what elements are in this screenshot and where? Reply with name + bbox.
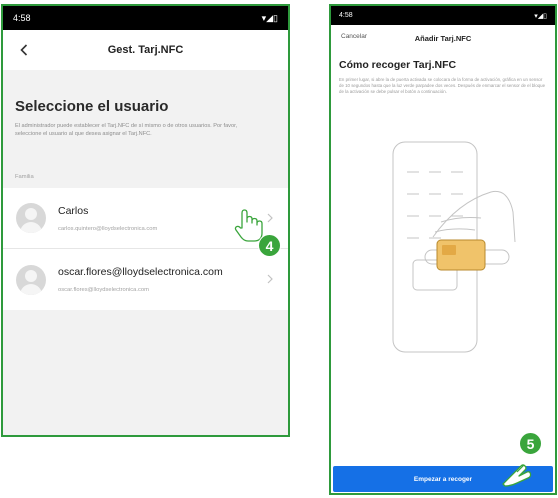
page-description: El administrador puede establecer el Tar… — [15, 123, 238, 137]
page-description: En primer lugar, si abre la de puerta ac… — [339, 77, 546, 94]
page-title: Cómo recoger Tarj.NFC — [339, 59, 457, 71]
back-button[interactable] — [13, 38, 35, 62]
avatar — [16, 203, 46, 233]
user-name: oscar.flores@lloydselectronica.com — [58, 266, 223, 278]
status-time: 4:58 — [13, 13, 31, 23]
nav-title: Añadir Tarj.NFC — [414, 33, 472, 43]
step-badge-5: 5 — [519, 432, 542, 455]
user-email: carlos.quintero@lloydselectronica.com — [58, 225, 158, 232]
phone-screen-add-nfc: 4:58 ▾◢▯ Cancelar Añadir Tarj.NFC Cómo r… — [329, 4, 557, 495]
user-email: oscar.flores@lloydselectronica.com — [58, 287, 149, 293]
step-badge-4: 4 — [258, 234, 281, 257]
user-text: Carlos carlos.quintero@lloydselectronica… — [58, 205, 157, 232]
status-time: 4:58 — [339, 12, 353, 19]
user-row-oscar[interactable]: oscar.flores@lloydselectronica.com oscar… — [3, 249, 288, 310]
nav-bar: Cancelar Añadir Tarj.NFC — [331, 25, 555, 51]
chevron-left-icon — [20, 44, 28, 56]
nfc-lock-illustration — [392, 141, 516, 353]
chevron-right-icon — [267, 213, 273, 223]
nav-bar: Gest. Tarj.NFC — [3, 30, 288, 70]
section-label-family: Familia — [15, 174, 34, 180]
status-icons: ▾◢▯ — [261, 12, 278, 23]
user-text: oscar.flores@lloydselectronica.com oscar… — [58, 266, 223, 293]
page-title: Seleccione el usuario — [15, 98, 169, 115]
user-name: Carlos — [58, 204, 89, 217]
cancel-button[interactable]: Cancelar — [341, 33, 367, 40]
user-list: Carlos carlos.quintero@lloydselectronica… — [3, 188, 288, 310]
status-bar: 4:58 ▾◢▯ — [331, 6, 555, 25]
status-bar: 4:58 ▾◢▯ — [3, 6, 288, 30]
avatar — [16, 264, 46, 295]
main-content: Seleccione el usuario El administrador p… — [3, 98, 288, 310]
status-icons: ▾◢▯ — [534, 12, 547, 20]
nav-title: Gest. Tarj.NFC — [107, 44, 184, 56]
chevron-right-icon — [267, 274, 273, 284]
hand-pointer-icon — [502, 464, 532, 487]
